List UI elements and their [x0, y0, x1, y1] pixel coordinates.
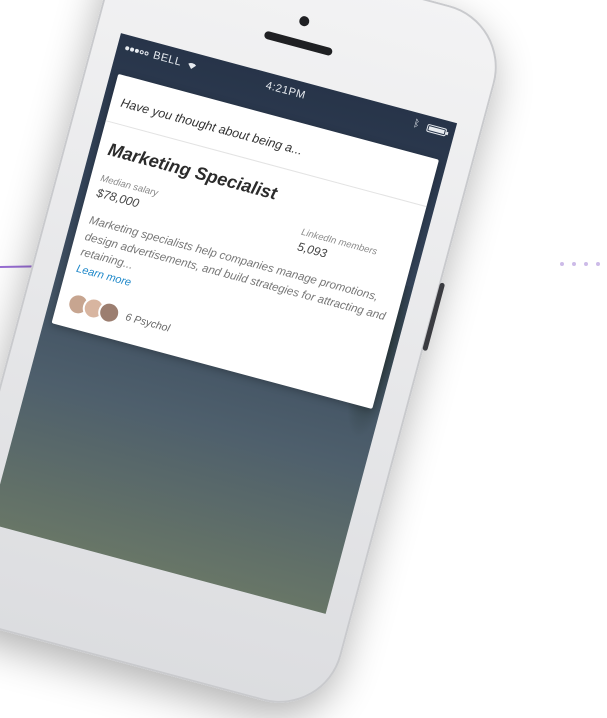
decorative-dot — [572, 262, 576, 266]
phone-screen: BELL 4:21PM ᛒ Have you thought about bei… — [0, 33, 458, 614]
decorative-dots — [560, 262, 607, 266]
salary-stat: Median salary $78,000 — [95, 173, 159, 214]
members-stat: LinkedIn members 5,093 — [296, 227, 378, 273]
decorative-dot — [560, 262, 564, 266]
avatar-group — [64, 290, 123, 327]
connections-text: 6 Psychol — [124, 311, 172, 335]
decorative-dot — [584, 262, 588, 266]
decorative-dot — [596, 262, 600, 266]
phone-device: BELL 4:21PM ᛒ Have you thought about bei… — [0, 0, 512, 718]
